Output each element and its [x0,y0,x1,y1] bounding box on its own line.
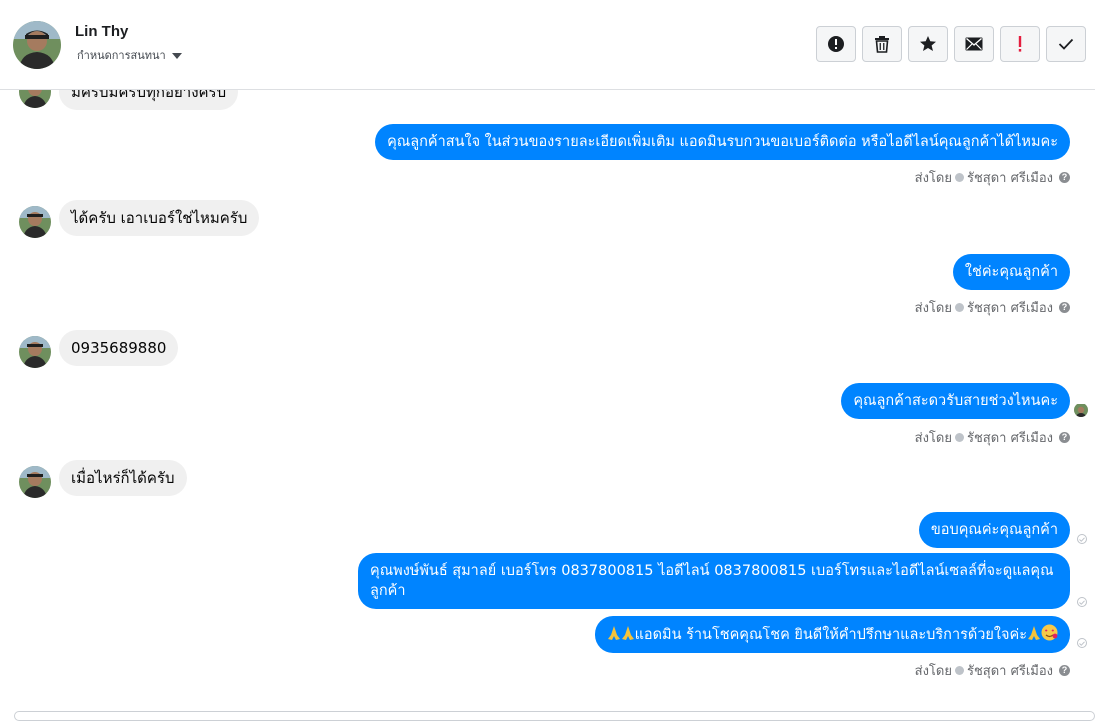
trash-icon [875,36,889,53]
delete-button[interactable] [862,26,902,62]
sent-by-label: ส่งโดย รัชสุดา ศรีเมือง ? [915,427,1070,448]
star-icon [920,36,936,51]
agent-badge-icon [954,666,964,675]
sent-by-prefix: ส่งโดย [914,664,952,679]
message-thread[interactable]: มีครับมีครับทุกอย่างครับ คุณลูกค้าสนใจ ใ… [0,90,1095,716]
conversation-header: Lin Thy กำหนดการสนทนา [0,0,1095,90]
sent-by-label: ส่งโดย รัชสุดา ศรีเมือง ? [915,167,1070,188]
seen-avatar [1074,403,1088,417]
sent-by-agent: รัชสุดา ศรีเมือง [966,664,1053,679]
outgoing-message: คุณลูกค้าสนใจ ในส่วนของรายละเอียดเพิ่มเต… [375,124,1070,160]
contact-avatar-small [19,466,51,498]
follow-up-button[interactable] [1000,26,1040,62]
outgoing-message: คุณลูกค้าสะดวรับสายช่วงไหนคะ [841,383,1070,419]
outgoing-message: ขอบคุณค่ะคุณลูกค้า [918,512,1070,548]
incoming-message: 0935689880 [59,330,179,366]
contact-avatar-small [19,206,51,238]
delivered-check-icon [1077,638,1087,648]
contact-avatar-small [19,336,51,368]
star-button[interactable] [908,26,948,62]
alert-circle-icon [828,36,844,52]
envelope-icon [965,37,983,51]
checkmark-icon [1058,38,1074,50]
contact-avatar[interactable] [13,21,61,69]
sent-by-label: ส่งโดย รัชสุดา ศรีเมือง ? [915,297,1070,318]
contact-name: Lin Thy [75,23,129,40]
incoming-message: ได้ครับ เอาเบอร์ใช่ไหมครับ [59,200,260,236]
sent-by-prefix: ส่งโดย [914,301,952,316]
help-icon[interactable]: ? [1059,665,1070,676]
mark-done-button[interactable] [1046,26,1086,62]
mark-spam-button[interactable] [816,26,856,62]
agent-badge-icon [954,303,964,312]
incoming-message: เมื่อไหร่ก็ได้ครับ [59,460,187,496]
sent-by-agent: รัชสุดา ศรีเมือง [966,171,1053,186]
chevron-down-icon [171,53,182,59]
help-icon[interactable]: ? [1059,432,1070,443]
outgoing-message: แอดมิน ร้านโชคคุณโชค ยินดีให้คำปรึกษาและ… [594,616,1070,653]
message-text: แอดมิน ร้านโชคคุณโชค ยินดีให้คำปรึกษาและ… [634,627,1027,643]
help-icon[interactable]: ? [1059,172,1070,183]
heart-eyes-face-icon [1041,624,1058,641]
assign-label: กำหนดการสนทนา [77,49,166,62]
outgoing-message: ใช่ค่ะคุณลูกค้า [952,254,1070,290]
exclamation-icon [1018,36,1022,52]
praying-hands-icon [621,626,634,640]
praying-hands-icon [607,626,620,640]
contact-avatar-small [19,90,51,108]
sent-by-label: ส่งโดย รัชสุดา ศรีเมือง ? [915,660,1070,681]
agent-badge-icon [954,433,964,442]
assign-conversation-dropdown[interactable]: กำหนดการสนทนา [77,46,182,64]
sent-by-agent: รัชสุดา ศรีเมือง [966,431,1053,446]
outgoing-message: คุณพงษ์พันธ์ สุมาลย์ เบอร์โทร 0837800815… [358,553,1070,609]
mark-unread-button[interactable] [954,26,994,62]
sent-by-prefix: ส่งโดย [914,171,952,186]
help-icon[interactable]: ? [1059,302,1070,313]
delivered-check-icon [1077,534,1087,544]
sent-by-prefix: ส่งโดย [914,431,952,446]
action-toolbar [816,26,1086,62]
incoming-message: มีครับมีครับทุกอย่างครับ [59,90,239,110]
message-composer[interactable] [14,711,1095,721]
agent-badge-icon [954,173,964,182]
delivered-check-icon [1077,597,1087,607]
sent-by-agent: รัชสุดา ศรีเมือง [966,301,1053,316]
praying-hands-icon [1028,626,1040,640]
